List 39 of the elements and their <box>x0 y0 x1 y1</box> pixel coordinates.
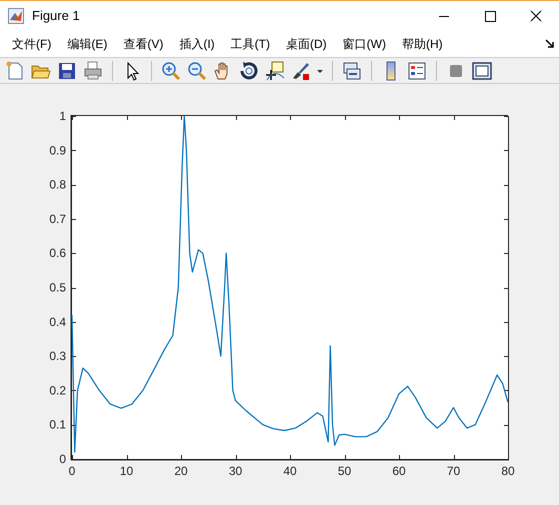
x-tick-label: 30 <box>228 464 242 478</box>
menu-item[interactable]: 文件(F) <box>4 32 60 56</box>
y-tick-label: 0.7 <box>49 212 66 226</box>
linked-windows-icon[interactable] <box>341 60 363 82</box>
x-tick-label: 0 <box>68 464 76 478</box>
zoom-in-icon[interactable] <box>160 60 182 82</box>
menu-item[interactable]: 插入(I) <box>171 32 223 56</box>
printer-icon[interactable] <box>82 60 104 82</box>
plot-tools-icon[interactable] <box>471 60 493 82</box>
y-tick-label: 0.9 <box>49 143 66 158</box>
zoom-out-icon[interactable] <box>186 60 208 82</box>
x-tick-label: 50 <box>338 464 352 478</box>
data-cursor-icon[interactable] <box>264 60 286 82</box>
menu-item[interactable]: 工具(T) <box>222 32 278 56</box>
window-title: Figure 1 <box>32 7 81 26</box>
x-tick-label: 60 <box>392 464 406 478</box>
x-tick-label: 80 <box>501 464 515 478</box>
y-tick-label: 0.8 <box>49 178 66 192</box>
dock-arrow-icon[interactable] <box>545 39 555 49</box>
y-tick-label: 0 <box>59 452 66 466</box>
menu-item[interactable]: 帮助(H) <box>394 32 451 56</box>
menu-item[interactable]: 窗口(W) <box>334 32 394 56</box>
menu-item[interactable]: 桌面(D) <box>278 32 335 56</box>
y-tick-label: 1 <box>59 109 66 123</box>
y-tick-label: 0.4 <box>49 314 66 329</box>
y-tick-label: 0.3 <box>49 349 66 364</box>
y-tick-label: 0.2 <box>49 383 66 398</box>
x-tick-label: 10 <box>120 464 134 478</box>
y-tick-label: 0.5 <box>49 280 66 294</box>
menu-item[interactable]: 编辑(E) <box>59 32 116 56</box>
y-tick-label: 0.1 <box>49 418 66 432</box>
legend-icon[interactable] <box>406 60 428 82</box>
app-icon <box>8 8 24 24</box>
x-tick-label: 40 <box>283 464 297 478</box>
x-tick-label: 70 <box>446 464 460 478</box>
y-tick-label: 0.6 <box>49 246 66 260</box>
menu-item[interactable]: 查看(V) <box>115 32 172 56</box>
x-tick-label: 20 <box>174 464 188 478</box>
rotate-icon[interactable] <box>238 60 260 82</box>
